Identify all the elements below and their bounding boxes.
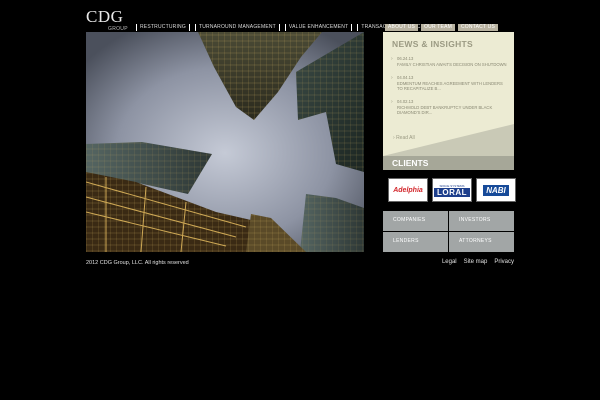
news-headline[interactable]: RICHMOLD DEBT BANKRUPTCY UNDER BLACK DIA… [397,105,507,116]
news-item[interactable]: › 04.04.13 EDMENTUM REACHES AGREEMENT WI… [391,75,507,92]
client-logo-adelphia[interactable]: Adelphia [388,178,428,202]
footer-link-privacy[interactable]: Privacy [494,259,514,265]
nav-value-enhancement[interactable]: VALUE ENHANCEMENT [284,24,353,31]
logo-text: CDG [86,7,124,26]
chevron-right-icon: › [391,56,393,62]
news-headline[interactable]: FAMILY CHRISTIAN AWAITS DECISION ON SHUT… [397,62,507,68]
copyright-text: 2012 CDG Group, LLC. All rights reserved [86,260,189,266]
news-panel: NEWS & INSIGHTS › 06.24.13 FAMILY CHRIST… [383,32,514,156]
attorneys-button[interactable]: ATTORNEYS [449,232,514,252]
footer-link-site-map[interactable]: Site map [464,259,488,265]
skyscrapers-illustration [86,32,364,252]
read-all-label: Read All [396,135,415,141]
client-logo-nabi[interactable]: NABI [476,178,516,202]
nav-turnaround-management[interactable]: TURNAROUND MANAGEMENT [194,24,280,31]
nabi-logo-text: NABI [483,184,509,196]
nav-about-us[interactable]: ABOUT US [385,24,419,31]
chevron-right-icon: › [391,74,393,81]
nav-our-team[interactable]: OUR TEAM [421,24,455,31]
loral-logo-text: LORAL [433,187,471,197]
news-item[interactable]: › 04.02.13 RICHMOLD DEBT BANKRUPTCY UNDE… [391,99,507,116]
footer-links: Legal Site map Privacy [435,259,514,265]
nav-restructuring[interactable]: RESTRUCTURING [136,24,190,31]
news-title: NEWS & INSIGHTS [392,39,474,49]
nav-contact-us[interactable]: CONTACT US [457,24,499,31]
clients-title: CLIENTS [392,158,429,168]
companies-button[interactable]: COMPANIES [383,211,448,231]
news-list: › 06.24.13 FAMILY CHRISTIAN AWAITS DECIS… [391,56,507,123]
chevron-right-icon: › [391,98,393,105]
hero-image [86,32,364,252]
client-logo-loral[interactable]: SPACE SYSTEMS LORAL [432,178,472,202]
secondary-nav: ABOUT US OUR TEAM CONTACT US [385,24,501,31]
read-all-link[interactable]: › Read All [393,135,415,141]
news-item[interactable]: › 06.24.13 FAMILY CHRISTIAN AWAITS DECIS… [391,56,507,68]
news-headline[interactable]: EDMENTUM REACHES AGREEMENT WITH LENDERS … [397,81,507,92]
cdg-logo[interactable]: CDG GROUP [86,7,132,32]
lenders-button[interactable]: LENDERS [383,232,448,252]
clients-header: CLIENTS [383,156,514,170]
adelphia-logo-text: Adelphia [393,186,423,194]
investors-button[interactable]: INVESTORS [449,211,514,231]
footer-link-legal[interactable]: Legal [442,259,457,265]
